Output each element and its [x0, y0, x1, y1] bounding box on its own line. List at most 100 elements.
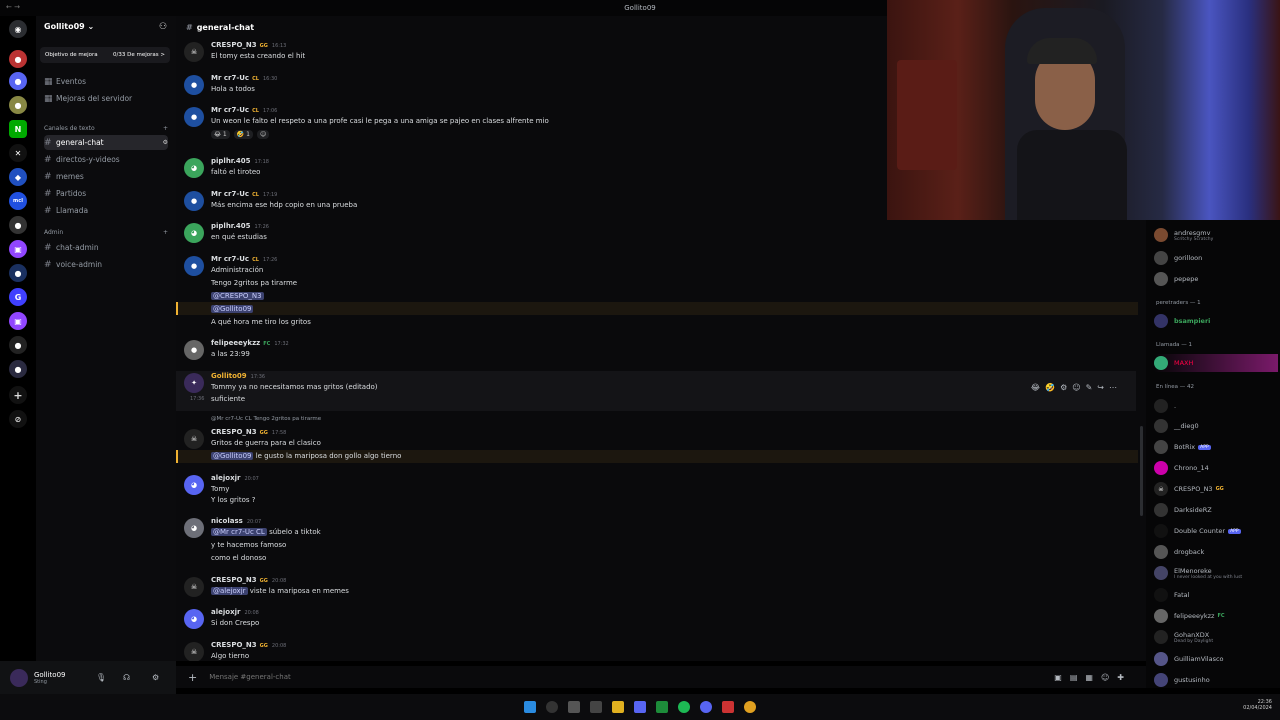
nav-arrows[interactable]: ← → — [6, 3, 20, 11]
member-item[interactable]: DarksideRZ — [1154, 501, 1278, 519]
system-clock[interactable]: 22:36 02/04/2024 — [1243, 699, 1272, 711]
reaction[interactable]: 🤣 1 — [233, 130, 253, 139]
member-item[interactable]: . — [1154, 397, 1278, 415]
message-author[interactable]: Gollito09 17:36 — [211, 372, 265, 380]
avatar[interactable] — [10, 668, 28, 687]
server-icon[interactable]: ● — [9, 72, 27, 90]
category-admin[interactable]: Admin + — [44, 229, 168, 236]
server-icon[interactable]: ● — [9, 360, 27, 378]
avatar[interactable]: ● — [184, 340, 204, 360]
member-item[interactable]: __dieg0 — [1154, 417, 1278, 435]
discord-icon[interactable] — [700, 701, 712, 713]
channel-chat-admin[interactable]: # chat-admin — [44, 240, 168, 255]
add-reaction-icon[interactable]: ☺ — [256, 130, 270, 139]
category-text-channels[interactable]: Canales de texto + — [44, 125, 168, 132]
member-item[interactable]: Double Counter APP — [1154, 522, 1278, 540]
server-icon[interactable]: G — [9, 288, 27, 306]
app-icon[interactable] — [722, 701, 734, 713]
message-author[interactable]: Mr cr7-Uc CL 17:26 — [211, 255, 277, 263]
message-author[interactable]: CRESPO_N3 GG 16:13 — [211, 41, 286, 49]
message-author[interactable]: Mr cr7-Uc CL 17:06 — [211, 106, 277, 114]
spotify-icon[interactable] — [678, 701, 690, 713]
boost-goal[interactable]: Objetivo de mejora 0/33 De mejoras > — [40, 47, 170, 63]
message-author[interactable]: alejoxjr 20:07 — [211, 474, 259, 482]
server-icon[interactable]: ● — [9, 216, 27, 234]
reaction[interactable]: 😂 1 — [211, 130, 230, 139]
member-item[interactable]: BotRix APP — [1154, 438, 1278, 456]
member-item[interactable]: gustusinho — [1154, 671, 1278, 688]
avatar[interactable]: ◕ — [184, 609, 204, 629]
member-item[interactable]: pepepe — [1154, 270, 1278, 288]
chrome-icon[interactable] — [744, 701, 756, 713]
server-icon[interactable]: ● — [9, 50, 27, 68]
explore-icon[interactable]: ⊘ — [9, 410, 27, 428]
message-author[interactable]: alejoxjr 20:08 — [211, 608, 259, 616]
server-icon[interactable]: ● — [9, 264, 27, 282]
mic-icon[interactable]: 🎙 — [96, 673, 106, 682]
member-item[interactable]: GuilliamVilasco — [1154, 650, 1278, 668]
add-channel-icon[interactable]: + — [163, 229, 168, 236]
message-input[interactable] — [209, 673, 1010, 681]
message-author[interactable]: Mr cr7-Uc CL 17:19 — [211, 190, 277, 198]
twitch-icon[interactable]: ▣ — [9, 240, 27, 258]
member-item[interactable]: MAXH — [1154, 354, 1278, 372]
excel-icon[interactable] — [656, 701, 668, 713]
channel-general-chat[interactable]: # general-chat ⚙ — [44, 135, 168, 150]
member-item[interactable]: felipeeeykzz FC — [1154, 607, 1278, 625]
mention[interactable]: @Gollito09 — [211, 305, 254, 313]
message-author[interactable]: piplhr.405 17:18 — [211, 157, 269, 165]
message-author[interactable]: piplhr.405 17:26 — [211, 222, 269, 230]
app-icon[interactable] — [590, 701, 602, 713]
gear-icon[interactable]: ⚙ — [152, 673, 159, 682]
add-attachment-icon[interactable]: + — [188, 671, 197, 684]
headphones-icon[interactable]: ☊ — [123, 673, 130, 682]
add-server-icon[interactable]: + — [9, 386, 27, 404]
member-item[interactable]: bsampieri — [1154, 312, 1278, 330]
member-item[interactable]: Fatal — [1154, 586, 1278, 604]
message-author[interactable]: CRESPO_N3 GG 20:08 — [211, 641, 286, 649]
app-icon[interactable] — [634, 701, 646, 713]
search-icon[interactable] — [546, 701, 558, 713]
avatar[interactable]: ☠ — [184, 642, 204, 661]
avatar[interactable]: ✦ — [184, 373, 204, 393]
reply-preview[interactable]: @Mr cr7-Uc CL Tengo 2gritos pa tirarme — [211, 416, 321, 422]
avatar[interactable]: ☠ — [184, 42, 204, 62]
server-icon[interactable]: ✕ — [9, 144, 27, 162]
avatar[interactable]: ● — [184, 191, 204, 211]
scrollbar[interactable] — [1140, 426, 1143, 516]
message-author[interactable]: CRESPO_N3 GG 17:58 — [211, 428, 286, 436]
message-actions-toolbar[interactable]: 😂🤣⚙☺✎↪⋯ — [1031, 383, 1122, 392]
member-item[interactable]: ElMenoreke I never looked at you with lus… — [1154, 564, 1278, 582]
member-item[interactable]: Chrono_14 — [1154, 459, 1278, 477]
server-icon[interactable]: ● — [9, 96, 27, 114]
server-icon[interactable]: N — [9, 120, 27, 138]
folder-icon[interactable] — [612, 701, 624, 713]
avatar[interactable]: ● — [184, 256, 204, 276]
windows-start-icon[interactable] — [524, 701, 536, 713]
avatar[interactable]: ◕ — [184, 223, 204, 243]
member-item[interactable]: ☠ CRESPO_N3 GG — [1154, 480, 1278, 498]
server-icon[interactable]: ◆ — [9, 168, 27, 186]
server-icon[interactable]: mcl — [9, 192, 27, 210]
avatar[interactable]: ◕ — [184, 518, 204, 538]
nav-server-boosts[interactable]: ▦ Mejoras del servidor — [44, 91, 168, 106]
member-item[interactable]: GohanXDX Dead by Daylight — [1154, 628, 1278, 646]
avatar[interactable]: ☠ — [184, 429, 204, 449]
channel-directos-y-videos[interactable]: # directos-y-videos — [44, 152, 168, 167]
mention[interactable]: @CRESPO_N3 — [211, 292, 264, 300]
nav-events[interactable]: ▦ Eventos — [44, 74, 168, 89]
twitch-icon[interactable]: ▣ — [9, 312, 27, 330]
channel-llamada[interactable]: # Llamada — [44, 203, 168, 218]
avatar[interactable]: ☠ — [184, 577, 204, 597]
avatar[interactable]: ◕ — [184, 158, 204, 178]
server-name[interactable]: Gollito09 ⌄ — [44, 22, 94, 31]
member-item[interactable]: andresgmv Scritchy Scratchy — [1154, 226, 1278, 244]
member-item[interactable]: gorilloon — [1154, 249, 1278, 267]
member-item[interactable]: drogback — [1154, 543, 1278, 561]
add-channel-icon[interactable]: + — [163, 125, 168, 132]
message-author[interactable]: felipeeeykzz FC 17:32 — [211, 339, 289, 347]
composer-tools[interactable]: ▣▤▦☺✚ — [1054, 673, 1132, 682]
channel-voice-admin[interactable]: # voice-admin — [44, 257, 168, 272]
avatar[interactable]: ● — [184, 107, 204, 127]
message-author[interactable]: Mr cr7-Uc CL 16:30 — [211, 74, 277, 82]
